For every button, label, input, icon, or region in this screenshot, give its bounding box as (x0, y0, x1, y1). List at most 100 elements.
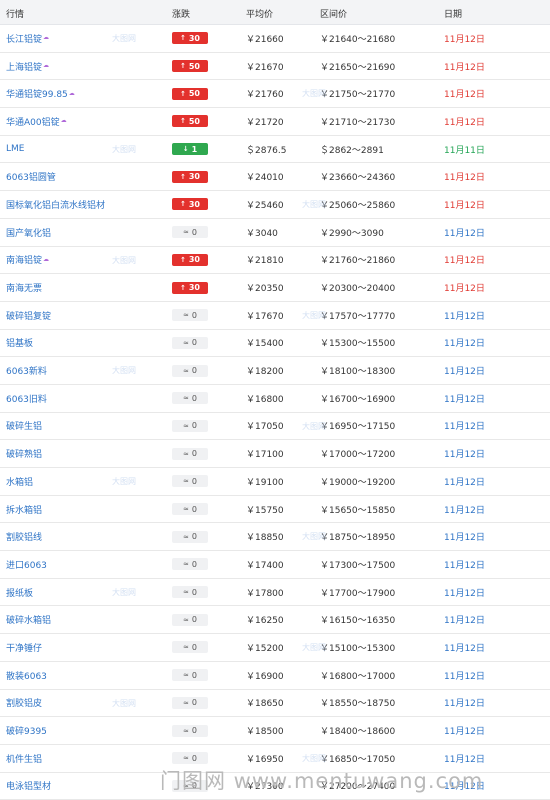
table-row[interactable]: 6063铝圆管 ↑ 30 ￥24010 ￥23660～24360 11月12日 (0, 163, 550, 192)
arrow-up-icon: ↑ (179, 34, 186, 43)
table-row[interactable]: 破碎9395 ≈0 ￥18500 ￥18400～18600 11月12日 (0, 717, 550, 745)
average-price: ￥21670 (246, 62, 284, 73)
quote-date: 11月12日 (444, 422, 485, 433)
product-name-link[interactable]: 国产氧化铝 (6, 219, 51, 246)
quote-date: 11月12日 (444, 200, 485, 211)
change-value: 0 (191, 310, 197, 320)
table-row[interactable]: 国标氧化铝白流水线铝材 ↑ 30 ￥25460 ￥25060～25860 11月12日 大图… (0, 191, 550, 219)
change-cell: ≈0 (172, 440, 208, 467)
product-name-link[interactable]: 长江铝锭 ☁ (6, 25, 51, 52)
product-name: 南海铝锭 (6, 256, 43, 267)
table-row[interactable]: 割胶铝线 ≈0 ￥18850 ￥18750～18950 11月12日 大图网 (0, 523, 550, 552)
change-value: 50 (188, 89, 200, 99)
change-cell: ↑ 30 (172, 247, 208, 274)
product-name-link[interactable]: 破碎生铝 (6, 413, 42, 440)
quote-date: 11月12日 (444, 754, 485, 765)
product-name: 水箱铝 (6, 477, 34, 488)
table-row[interactable]: 水箱铝 ≈0 ￥19100 ￥19000～19200 11月12日 大图网 (0, 468, 550, 496)
product-name-link[interactable]: 割胶铝线 (6, 523, 42, 550)
product-name-link[interactable]: 破碎水箱铝 (6, 606, 51, 633)
product-name-link[interactable]: 机件生铝 (6, 745, 42, 772)
product-name-link[interactable]: 6063铝圆管 (6, 163, 56, 190)
table-row[interactable]: 华通A00铝锭 ☁ ↑ 50 ￥21720 ￥21710～21730 11月12日 (0, 108, 550, 136)
price-range: ￥16850～17050 (320, 754, 396, 765)
product-name-link[interactable]: 华通A00铝锭 ☁ (6, 108, 69, 135)
subscribe-icon: ☁ (43, 62, 50, 70)
product-name-link[interactable]: 水箱铝 (6, 468, 33, 495)
price-table: 长江铝锭 ☁ ↑ 30 ￥21660 ￥21640～21680 11月12日 大图网 上海铝锭 ☁… (0, 25, 550, 800)
table-row[interactable]: 6063新料 ≈0 ￥18200 ￥18100～18300 11月12日 大图网 (0, 357, 550, 385)
table-header: 行情 涨跌 平均价 区间价 日期 (0, 0, 550, 25)
product-name-link[interactable]: 干净锤仔 (6, 634, 42, 661)
change-badge: ≈0 (172, 530, 208, 543)
product-name-link[interactable]: 报纸板 (6, 579, 33, 606)
table-row[interactable]: 华通铝锭99.85 ☁ ↑ 50 ￥21760 ￥21750～21770 11月12日 大图网 (0, 80, 550, 109)
approx-icon: ≈ (183, 643, 189, 652)
table-row[interactable]: 报纸板 ≈0 ￥17800 ￥17700～17900 11月12日 大图网 (0, 579, 550, 607)
table-row[interactable]: 破碎铝复锭 ≈0 ￥17670 ￥17570～17770 11月12日 大图网 (0, 302, 550, 330)
table-row[interactable]: 上海铝锭 ☁ ↑ 50 ￥21670 ￥21650～21690 11月12日 (0, 53, 550, 81)
product-name-link[interactable]: 华通铝锭99.85 ☁ (6, 80, 77, 107)
product-name-link[interactable]: 南海铝锭 ☁ (6, 247, 51, 274)
table-row[interactable]: 干净锤仔 ≈0 ￥15200 ￥15100～15300 11月12日 大图网 (0, 634, 550, 662)
average-price: ￥17400 (246, 560, 284, 571)
price-range: ￥15100～15300 (320, 643, 396, 654)
product-name-link[interactable]: 南海无票 (6, 274, 42, 301)
product-name: 机件生铝 (6, 754, 43, 765)
table-row[interactable]: 进口6063 ≈0 ￥17400 ￥17300～17500 11月12日 (0, 551, 550, 579)
change-cell: ↑ 50 (172, 108, 208, 135)
change-value: 50 (188, 116, 200, 126)
row-watermark: 大图网 (112, 366, 136, 376)
approx-icon: ≈ (183, 726, 189, 735)
product-name-link[interactable]: 拆水箱铝 (6, 496, 42, 523)
row-watermark: 大图网 (112, 34, 136, 43)
table-row[interactable]: 国产氧化铝 ≈0 ￥3040 ￥2990～3090 11月12日 (0, 219, 550, 247)
quote-date: 11月12日 (444, 477, 485, 488)
table-row[interactable]: 破碎熟铝 ≈0 ￥17100 ￥17000～17200 11月12日 (0, 440, 550, 468)
change-value: 30 (188, 172, 200, 182)
change-badge: ≈0 (172, 752, 208, 765)
change-value: 0 (191, 726, 197, 736)
average-price: ￥3040 (246, 228, 278, 239)
average-price: ￥18650 (246, 699, 284, 710)
product-name: 破碎生铝 (6, 422, 43, 433)
product-name-link[interactable]: 铝基板 (6, 330, 33, 357)
table-row[interactable]: 机件生铝 ≈0 ￥16950 ￥16850～17050 11月12日 大图网 (0, 745, 550, 773)
product-name-link[interactable]: 割胶铝皮 (6, 690, 42, 717)
table-row[interactable]: LME ↓ 1 ＄2876.5 ＄2862～2891 11月11日 大图网 (0, 136, 550, 164)
product-name-link[interactable]: 破碎铝复锭 (6, 302, 51, 329)
product-name-link[interactable]: 6063旧料 (6, 385, 47, 412)
product-name-link[interactable]: 进口6063 (6, 551, 47, 578)
table-row[interactable]: 散装6063 ≈0 ￥16900 ￥16800～17000 11月12日 (0, 662, 550, 690)
product-name-link[interactable]: 散装6063 (6, 662, 47, 689)
product-name-link[interactable]: 破碎9395 (6, 717, 47, 744)
table-row[interactable]: 拆水箱铝 ≈0 ￥15750 ￥15650～15850 11月12日 (0, 496, 550, 524)
product-name-link[interactable]: 国标氧化铝白流水线铝材 (6, 191, 105, 218)
average-price: ￥17800 (246, 588, 284, 599)
approx-icon: ≈ (183, 477, 189, 486)
table-row[interactable]: 南海无票 ↑ 30 ￥20350 ￥20300～20400 11月12日 (0, 274, 550, 302)
table-row[interactable]: 长江铝锭 ☁ ↑ 30 ￥21660 ￥21640～21680 11月12日 大图网 (0, 25, 550, 53)
table-row[interactable]: 6063旧料 ≈0 ￥16800 ￥16700～16900 11月12日 (0, 385, 550, 413)
approx-icon: ≈ (183, 421, 189, 430)
approx-icon: ≈ (183, 311, 189, 320)
arrow-down-icon: ↓ (182, 145, 189, 154)
table-row[interactable]: 割胶铝皮 ≈0 ￥18650 ￥18550～18750 11月12日 大图网 (0, 690, 550, 718)
product-name-link[interactable]: 上海铝锭 ☁ (6, 53, 51, 80)
product-name: 6063铝圆管 (6, 173, 56, 184)
table-row[interactable]: 铝基板 ≈0 ￥15400 ￥15300～15500 11月12日 (0, 330, 550, 358)
table-row[interactable]: 电泳铝型材 ≈0 ￥27300 ￥27200～27400 11月12日 (0, 773, 550, 800)
change-badge: ≈0 (172, 696, 208, 709)
change-value: 0 (191, 670, 197, 680)
average-price: ￥18200 (246, 367, 284, 378)
table-row[interactable]: 南海铝锭 ☁ ↑ 30 ￥21810 ￥21760～21860 11月12日 大图网 (0, 247, 550, 275)
product-name-link[interactable]: 6063新料 (6, 357, 47, 384)
table-row[interactable]: 破碎水箱铝 ≈0 ￥16250 ￥16150～16350 11月12日 (0, 606, 550, 635)
average-price: ￥18500 (246, 727, 284, 738)
product-name-link[interactable]: LME (6, 136, 24, 163)
product-name-link[interactable]: 破碎熟铝 (6, 440, 42, 467)
product-name: 6063新料 (6, 367, 47, 378)
product-name-link[interactable]: 电泳铝型材 (6, 773, 51, 800)
change-cell: ↓ 1 (172, 136, 208, 163)
table-row[interactable]: 破碎生铝 ≈0 ￥17050 ￥16950～17150 11月12日 大图网 (0, 413, 550, 441)
